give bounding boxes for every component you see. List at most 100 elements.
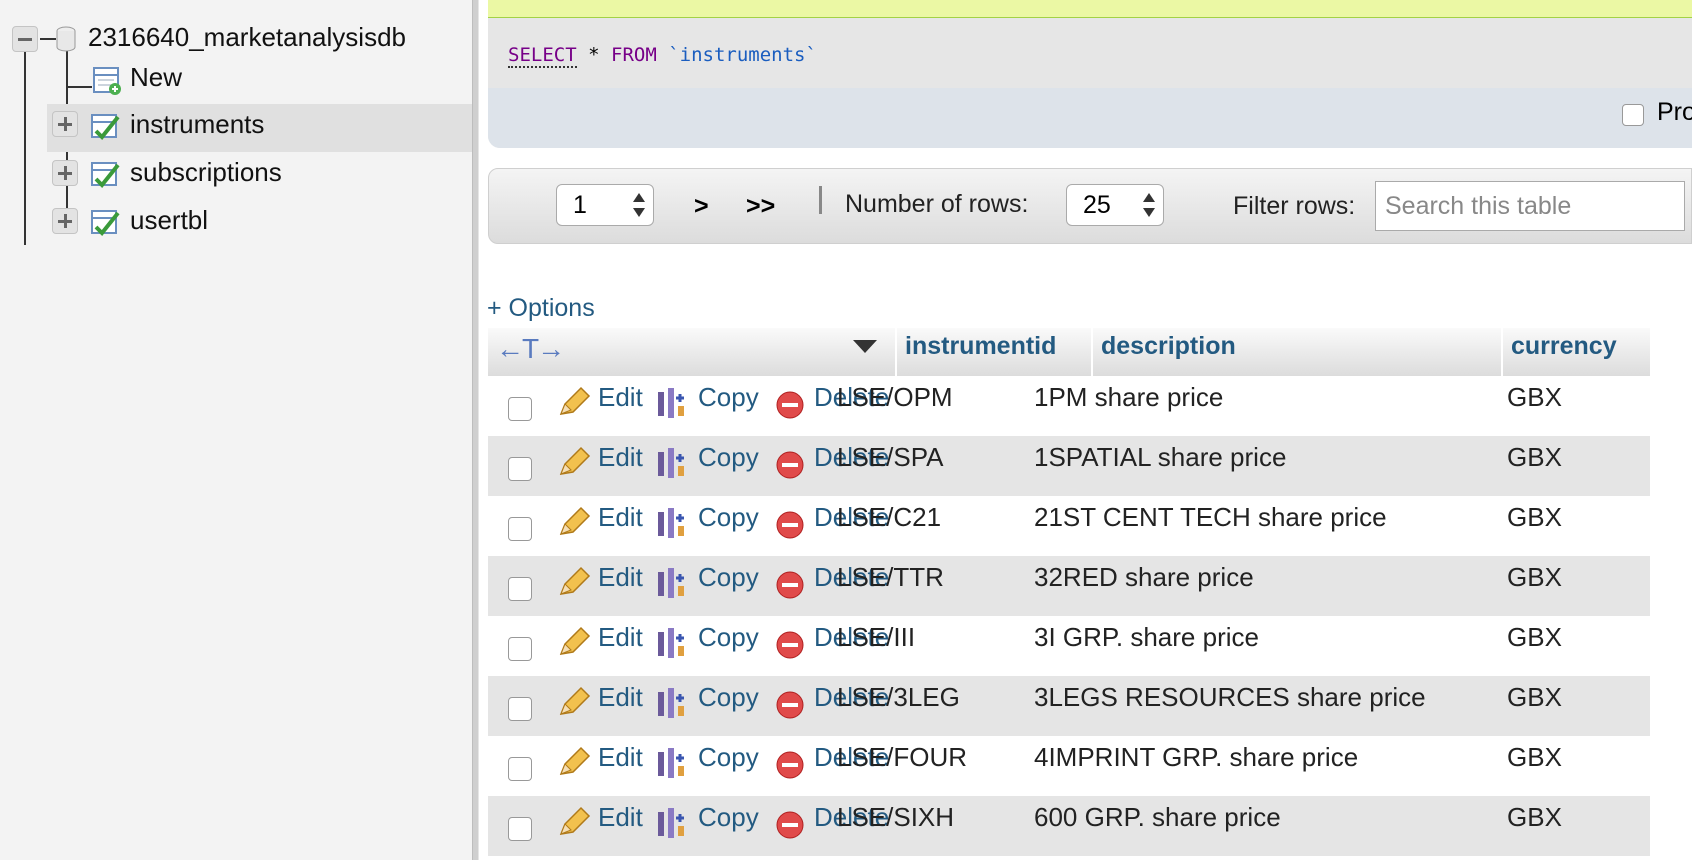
rows-per-page-select[interactable]: 25 [1066,184,1164,226]
page-select-value: 1 [573,191,587,219]
row-checkbox[interactable] [508,637,532,661]
copy-icon[interactable] [656,626,688,660]
page-select[interactable]: 1 [556,184,654,226]
delete-icon[interactable] [775,690,805,720]
row-checkbox[interactable] [508,517,532,541]
row-checkbox[interactable] [508,397,532,421]
edit-link[interactable]: Edit [598,802,643,833]
cell-instrumentid: LSE/OPM [837,382,953,412]
options-toggle-link[interactable]: + Options [487,294,595,323]
delete-icon[interactable] [775,750,805,780]
copy-icon[interactable] [656,566,688,600]
cell-description: 4IMPRINT GRP. share price [1034,742,1359,772]
sql-query-text: SELECT * FROM `instruments` [508,44,817,68]
copy-link[interactable]: Copy [698,742,759,773]
cell-currency: GBX [1507,382,1562,412]
pencil-icon[interactable] [557,446,591,478]
spinner-arrows-icon [633,191,645,219]
edit-link[interactable]: Edit [598,742,643,773]
expand-icon[interactable] [52,111,78,137]
sql-keyword[interactable]: SELECT [508,44,577,68]
edit-link[interactable]: Edit [598,442,643,473]
copy-link[interactable]: Copy [698,622,759,653]
cell-description: 1PM share price [1034,382,1224,412]
row-checkbox[interactable] [508,697,532,721]
sort-dropdown-icon[interactable] [853,340,877,353]
cell-instrumentid: LSE/3LEG [837,682,960,712]
collapse-database-icon[interactable] [12,26,38,52]
copy-link[interactable]: Copy [698,562,759,593]
row-checkbox[interactable] [508,757,532,781]
cell-description: 1SPATIAL share price [1034,442,1287,472]
edit-link[interactable]: Edit [598,562,643,593]
table-row: Edit Copy Delete LSE/C21 21ST CENT TECH … [488,496,1650,556]
pencil-icon[interactable] [557,686,591,718]
cell-description: 3I GRP. share price [1034,622,1259,652]
edit-link[interactable]: Edit [598,682,643,713]
cell-description: 21ST CENT TECH share price [1034,502,1387,532]
sql-keyword: FROM [611,44,657,66]
row-checkbox[interactable] [508,577,532,601]
edit-link[interactable]: Edit [598,502,643,533]
delete-icon[interactable] [775,570,805,600]
sidebar-item-label[interactable]: usertbl [130,205,208,236]
new-table-icon [93,67,121,95]
copy-icon[interactable] [656,506,688,540]
profiling-label[interactable]: Pro [1657,98,1692,127]
table-row: Edit Copy Delete LSE/TTR 32RED share pri… [488,556,1650,616]
copy-link[interactable]: Copy [698,382,759,413]
copy-link[interactable]: Copy [698,802,759,833]
table-icon [91,210,120,236]
table-row: Edit Copy Delete LSE/III 3I GRP. share p… [488,616,1650,676]
panel-resize-handle[interactable] [472,0,479,860]
profiling-checkbox[interactable] [1622,104,1644,126]
cell-instrumentid: LSE/TTR [837,562,944,592]
table-header [488,328,1650,376]
table-icon [91,114,120,140]
cell-instrumentid: LSE/FOUR [837,742,968,772]
pencil-icon[interactable] [557,566,591,598]
pencil-icon[interactable] [557,506,591,538]
delete-icon[interactable] [775,510,805,540]
pencil-icon[interactable] [557,386,591,418]
delete-icon[interactable] [775,630,805,660]
database-name[interactable]: 2316640_marketanalysisdb [88,22,406,53]
delete-icon[interactable] [775,810,805,840]
filter-rows-input[interactable] [1375,181,1685,231]
new-table-link[interactable]: New [130,62,182,93]
row-checkbox[interactable] [508,817,532,841]
table-row: Edit Copy Delete LSE/SIXH 600 GRP. share… [488,796,1650,856]
copy-icon[interactable] [656,386,688,420]
cell-currency: GBX [1507,622,1562,652]
row-checkbox[interactable] [508,457,532,481]
pencil-icon[interactable] [557,806,591,838]
copy-icon[interactable] [656,686,688,720]
copy-link[interactable]: Copy [698,682,759,713]
delete-icon[interactable] [775,450,805,480]
copy-link[interactable]: Copy [698,442,759,473]
delete-icon[interactable] [775,390,805,420]
pencil-icon[interactable] [557,626,591,658]
last-page-button[interactable]: >> [746,192,775,221]
sidebar-item-label[interactable]: subscriptions [130,157,282,188]
sidebar-item-label[interactable]: instruments [130,109,264,140]
copy-link[interactable]: Copy [698,502,759,533]
tree-line [66,86,92,88]
copy-icon[interactable] [656,746,688,780]
copy-icon[interactable] [656,446,688,480]
column-header-description[interactable]: description [1101,332,1236,361]
edit-link[interactable]: Edit [598,622,643,653]
expand-icon[interactable] [52,208,78,234]
rows-label: Number of rows: [845,190,1029,218]
copy-icon[interactable] [656,806,688,840]
column-resize-arrows-icon[interactable]: ←T→ [496,333,565,365]
column-header-currency[interactable]: currency [1511,332,1617,361]
expand-icon[interactable] [52,160,78,186]
next-page-button[interactable]: > [694,192,709,221]
edit-link[interactable]: Edit [598,382,643,413]
filter-rows-label: Filter rows: [1233,192,1356,220]
column-header-instrumentid[interactable]: instrumentid [905,332,1056,361]
table-row: Edit Copy Delete LSE/3LEG 3LEGS RESOURCE… [488,676,1650,736]
pencil-icon[interactable] [557,746,591,778]
sql-star: * [588,44,600,66]
